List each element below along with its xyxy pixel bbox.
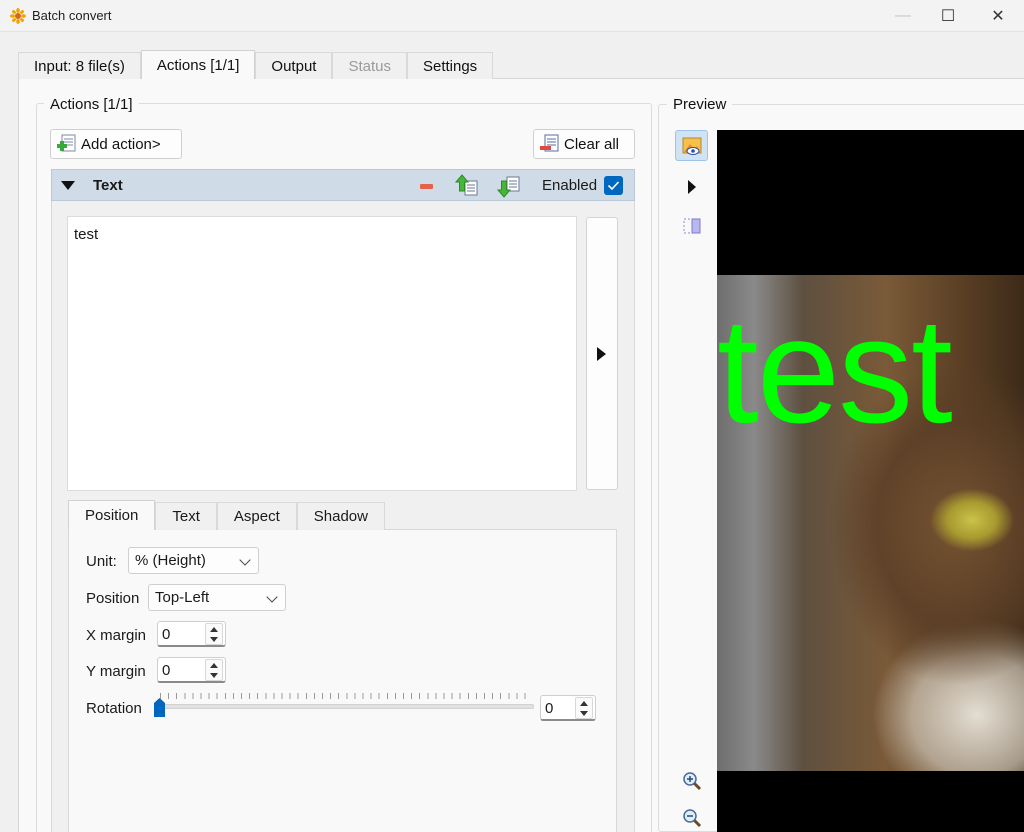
compare-split-button[interactable]: [675, 210, 708, 241]
enabled-label: Enabled: [542, 177, 598, 194]
move-down-icon[interactable]: [496, 173, 522, 199]
rotation-slider[interactable]: [158, 704, 534, 709]
zoom-out-button[interactable]: [675, 802, 708, 832]
position-label: Position: [86, 590, 140, 607]
app-logo-icon: [10, 8, 26, 24]
expand-side-button[interactable]: [586, 217, 618, 490]
checkmark-icon: [607, 181, 620, 191]
rotation-slider-ticks: [160, 693, 526, 699]
play-preview-button[interactable]: [675, 171, 708, 202]
preview-image-button[interactable]: [675, 130, 708, 161]
rotation-spin-arrows[interactable]: [575, 697, 593, 719]
remove-action-icon[interactable]: [420, 184, 433, 189]
unit-select[interactable]: % (Height): [128, 547, 259, 574]
zoom-in-icon: [682, 771, 701, 790]
action-subtab-bar: Position Text Aspect Shadow: [68, 500, 385, 530]
add-action-button[interactable]: Add action>: [50, 129, 182, 159]
subtab-position[interactable]: Position: [68, 500, 156, 530]
unit-value: % (Height): [135, 552, 206, 569]
zoom-in-button[interactable]: [675, 765, 708, 796]
subtab-aspect[interactable]: Aspect: [216, 502, 297, 530]
spin-down-icon[interactable]: [210, 637, 218, 642]
tab-settings[interactable]: Settings: [406, 52, 494, 79]
x-margin-value: 0: [162, 626, 171, 643]
actions-group-title: Actions [1/1]: [44, 96, 139, 113]
main-tab-bar: Input: 8 file(s) Actions [1/1] Output St…: [18, 50, 494, 79]
y-margin-label: Y margin: [86, 663, 146, 680]
y-margin-spin-arrows[interactable]: [205, 659, 223, 681]
spin-down-icon[interactable]: [210, 673, 218, 678]
preview-canvas[interactable]: test: [717, 130, 1024, 832]
rotation-value: 0: [545, 700, 554, 717]
clear-all-button[interactable]: Clear all: [533, 129, 635, 159]
spin-up-icon[interactable]: [210, 627, 218, 632]
zoom-out-icon: [682, 808, 701, 827]
tab-input[interactable]: Input: 8 file(s): [18, 52, 141, 79]
x-margin-spin-arrows[interactable]: [205, 623, 223, 645]
close-button[interactable]: ✕: [975, 0, 1021, 32]
x-margin-label: X margin: [86, 627, 147, 644]
subtab-shadow[interactable]: Shadow: [296, 502, 385, 530]
position-select[interactable]: Top-Left: [148, 584, 286, 611]
chevron-down-icon: [239, 554, 251, 566]
preview-overlay-text: test: [717, 286, 953, 454]
chevron-down-icon: [266, 591, 278, 603]
tab-status: Status: [332, 52, 407, 79]
move-up-icon[interactable]: [454, 173, 480, 199]
preview-cat-photo: test: [717, 275, 1024, 771]
preview-title: Preview: [667, 96, 733, 113]
rotation-stepper[interactable]: 0: [540, 695, 596, 721]
x-margin-stepper[interactable]: 0: [157, 621, 226, 647]
maximize-button[interactable]: ☐: [925, 0, 971, 32]
subtab-panel: [68, 529, 617, 832]
add-document-icon: [57, 134, 76, 152]
minimize-button[interactable]: —: [880, 0, 926, 32]
play-arrow-icon: [687, 179, 696, 194]
y-margin-stepper[interactable]: 0: [157, 657, 226, 683]
y-margin-value: 0: [162, 662, 171, 679]
play-arrow-icon: [597, 347, 606, 361]
tab-output[interactable]: Output: [255, 52, 333, 79]
enabled-checkbox[interactable]: [604, 176, 623, 195]
rotation-label: Rotation: [86, 700, 142, 717]
image-eye-icon: [682, 137, 701, 155]
add-action-label: Add action>: [81, 135, 161, 153]
text-content-input[interactable]: test: [67, 216, 577, 491]
position-value: Top-Left: [155, 589, 210, 606]
collapse-arrow-icon[interactable]: [61, 181, 75, 190]
clear-all-label: Clear all: [564, 135, 620, 153]
action-name: Text: [93, 177, 123, 194]
spin-up-icon[interactable]: [580, 701, 588, 706]
spin-down-icon[interactable]: [580, 711, 588, 716]
window-title: Batch convert: [32, 8, 112, 23]
action-item-header[interactable]: Text Enabled: [51, 169, 635, 201]
title-bar: Batch convert — ☐ ✕: [0, 0, 1024, 32]
split-view-icon: [683, 218, 700, 233]
subtab-text[interactable]: Text: [155, 502, 217, 530]
spin-up-icon[interactable]: [210, 663, 218, 668]
clear-list-icon: [540, 134, 559, 152]
tab-actions[interactable]: Actions [1/1]: [140, 50, 256, 79]
unit-label: Unit:: [86, 553, 117, 570]
rotation-slider-handle[interactable]: [154, 698, 165, 717]
